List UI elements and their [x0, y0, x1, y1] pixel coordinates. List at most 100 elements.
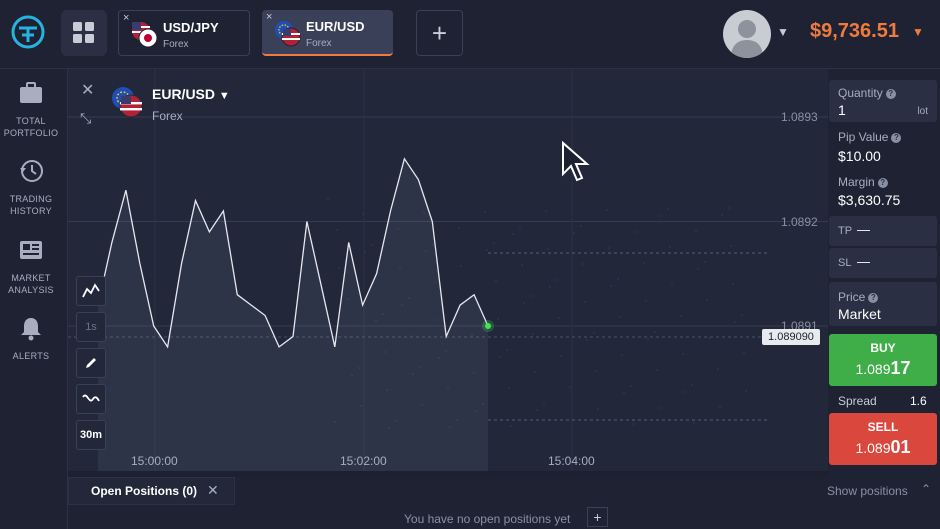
map-dot: [484, 211, 486, 213]
price-type-field[interactable]: Price? Market: [829, 282, 937, 326]
quantity-value[interactable]: 1: [838, 102, 846, 118]
chart-canvas[interactable]: [68, 69, 828, 471]
margin-label: Margin?: [838, 175, 888, 189]
indicators-button[interactable]: [76, 384, 106, 414]
chevron-down-icon[interactable]: ▼: [912, 25, 924, 39]
chart-type-button[interactable]: [76, 276, 106, 306]
close-tab-icon[interactable]: ×: [266, 11, 272, 23]
quantity-unit: lot: [917, 106, 928, 117]
interval-button[interactable]: 1s: [76, 312, 106, 342]
map-dot: [460, 265, 462, 267]
tab-open-positions[interactable]: Open Positions (0) ✕: [68, 477, 235, 505]
sell-button[interactable]: SELL 1.08901: [829, 413, 937, 465]
brand-logo[interactable]: [10, 14, 46, 50]
pip-value-label: Pip Value?: [838, 130, 902, 144]
map-dot: [730, 245, 732, 247]
grid-icon: [73, 22, 94, 43]
eur-usd-flag-icon: [112, 87, 143, 118]
map-dot: [667, 208, 669, 210]
map-dot: [658, 407, 660, 409]
sidebar-item-portfolio[interactable]: TOTAL PORTFOLIO: [0, 80, 62, 139]
map-dot: [545, 210, 547, 212]
margin-value: $3,630.75: [838, 192, 901, 208]
map-dot: [741, 314, 743, 316]
add-position-button[interactable]: +: [587, 507, 608, 527]
help-icon[interactable]: ?: [885, 89, 896, 99]
map-dot: [556, 279, 558, 281]
price-value[interactable]: Market: [838, 306, 881, 322]
current-price-label: 1.089090: [762, 329, 820, 345]
open-positions-label: Open Positions (0): [91, 484, 198, 498]
map-dot: [512, 233, 514, 235]
price-chart[interactable]: [68, 69, 828, 471]
cursor-icon: [562, 140, 590, 182]
asset-name[interactable]: EUR/USD ▼: [152, 86, 230, 102]
map-dot: [569, 386, 571, 388]
help-icon[interactable]: ?: [877, 178, 888, 188]
map-dot: [597, 408, 599, 410]
timeframe-button[interactable]: 30m: [76, 420, 106, 450]
quantity-field[interactable]: Quantity? 1 lot: [829, 80, 937, 122]
close-icon[interactable]: ✕: [207, 482, 219, 499]
map-dot: [621, 354, 623, 356]
stop-loss-field[interactable]: SL —: [829, 248, 937, 278]
map-dot: [630, 385, 632, 387]
map-dot: [495, 280, 497, 282]
briefcase-icon: [20, 82, 42, 103]
map-dot: [593, 332, 595, 334]
map-dot: [582, 263, 584, 265]
sidebar-item-label: TOTAL: [16, 116, 46, 126]
wave-icon: [82, 394, 100, 402]
close-chart-icon[interactable]: ✕: [81, 80, 94, 100]
asset-type: Forex: [152, 109, 183, 123]
sidebar-item-history[interactable]: TRADING HISTORY: [0, 158, 62, 217]
map-dot: [530, 295, 532, 297]
draw-tool-button[interactable]: [76, 348, 106, 378]
sidebar-item-label: TRADING: [9, 194, 53, 204]
map-dot: [617, 278, 619, 280]
sidebar-item-label: ANALYSIS: [8, 285, 54, 295]
spread-label: Spread: [838, 394, 877, 408]
map-dot: [586, 339, 588, 341]
sidebar-item-analysis[interactable]: MARKET ANALYSIS: [0, 237, 62, 296]
tab-pair-label: USD/JPY: [163, 20, 219, 35]
time-axis-label: 15:04:00: [548, 454, 595, 468]
chevron-down-icon[interactable]: ▼: [777, 25, 789, 39]
tab-usd-jpy[interactable]: × USD/JPY Forex: [118, 10, 250, 56]
eur-usd-flag-icon: [275, 21, 301, 47]
map-dot: [327, 198, 329, 200]
collapse-icon[interactable]: ⤡: [80, 110, 91, 127]
help-icon[interactable]: ?: [868, 293, 879, 303]
take-profit-field[interactable]: TP —: [829, 216, 937, 246]
map-dot: [745, 390, 747, 392]
map-dot: [656, 369, 658, 371]
avatar[interactable]: [723, 10, 771, 58]
show-positions-link[interactable]: Show positions: [827, 484, 908, 498]
map-dot: [734, 321, 736, 323]
map-dot: [743, 352, 745, 354]
map-dot: [521, 264, 523, 266]
sl-label: SL: [838, 257, 852, 269]
sl-value: —: [857, 254, 870, 269]
map-dot: [336, 229, 338, 231]
account-balance[interactable]: $9,736.51: [810, 20, 899, 43]
help-icon[interactable]: ?: [891, 133, 902, 143]
tab-eur-usd[interactable]: × EUR/USD Forex: [262, 10, 393, 56]
add-tab-button[interactable]: +: [416, 10, 463, 56]
chevron-up-icon[interactable]: ⌃: [921, 482, 931, 496]
map-dot: [654, 331, 656, 333]
grid-menu-button[interactable]: [61, 10, 107, 56]
close-tab-icon[interactable]: ×: [123, 12, 129, 24]
usd-jpy-flag-icon: [132, 22, 158, 48]
map-dot: [510, 425, 512, 427]
asset-pair-label: EUR/USD: [152, 86, 216, 102]
map-dot: [610, 285, 612, 287]
sidebar-item-alerts[interactable]: ALERTS: [0, 315, 62, 362]
map-dot: [560, 355, 562, 357]
map-dot: [458, 227, 460, 229]
buy-button[interactable]: BUY 1.08917: [829, 334, 937, 386]
empty-positions-message: You have no open positions yet: [404, 512, 571, 526]
pip-value: $10.00: [838, 148, 881, 164]
map-dot: [558, 317, 560, 319]
map-dot: [660, 215, 662, 217]
